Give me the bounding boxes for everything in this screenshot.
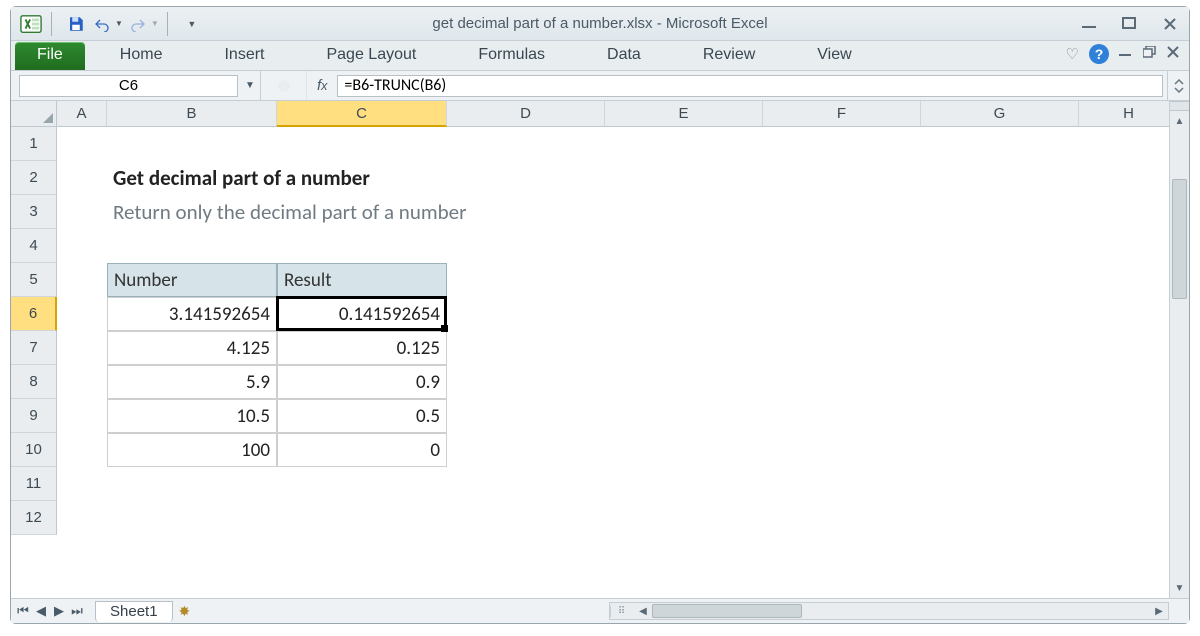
- last-sheet-icon[interactable]: ⏭: [69, 603, 85, 619]
- row-header[interactable]: 8: [11, 365, 57, 399]
- column-header[interactable]: B: [107, 101, 277, 127]
- tab-formulas[interactable]: Formulas: [459, 41, 564, 70]
- row-header[interactable]: 6: [11, 297, 57, 331]
- formula-bar: ▼ fx: [11, 71, 1189, 101]
- close-icon[interactable]: [1159, 15, 1181, 33]
- qat-separator-2: [167, 12, 173, 36]
- cell[interactable]: 10.5: [107, 399, 277, 433]
- next-sheet-icon[interactable]: ▶: [51, 603, 67, 619]
- workbook-restore-icon[interactable]: [1143, 45, 1157, 63]
- window-controls: [1079, 15, 1181, 33]
- horizontal-scrollbar[interactable]: ⠿ ◀ ▶: [609, 602, 1169, 620]
- redo-dropdown-icon[interactable]: ▼: [151, 19, 159, 28]
- cell[interactable]: 0.141592654: [277, 297, 447, 331]
- cancel-formula-icon[interactable]: [261, 71, 307, 100]
- column-header[interactable]: A: [57, 101, 107, 127]
- undo-icon[interactable]: [91, 13, 113, 35]
- qat-separator: [51, 12, 57, 36]
- expand-formula-bar-icon[interactable]: [1167, 71, 1189, 100]
- tab-split-handle-icon[interactable]: ⠿: [610, 606, 634, 617]
- file-tab[interactable]: File: [15, 42, 85, 70]
- scroll-right-icon[interactable]: ▶: [1150, 606, 1168, 617]
- vscroll-thumb[interactable]: [1172, 179, 1187, 299]
- select-all-corner[interactable]: [11, 101, 57, 127]
- tab-data[interactable]: Data: [588, 41, 660, 70]
- name-box-dropdown-icon[interactable]: ▼: [240, 80, 260, 91]
- column-header[interactable]: D: [447, 101, 605, 127]
- sheet-tab-bar: ⏮ ◀ ▶ ⏭ Sheet1 ✸ ⠿ ◀ ▶: [11, 598, 1189, 623]
- tab-page-layout[interactable]: Page Layout: [307, 41, 435, 70]
- row-header[interactable]: 11: [11, 467, 57, 501]
- formula-input[interactable]: [337, 75, 1163, 97]
- cell[interactable]: 5.9: [107, 365, 277, 399]
- cell[interactable]: 4.125: [107, 331, 277, 365]
- cell[interactable]: 100: [107, 433, 277, 467]
- row-header[interactable]: 5: [11, 263, 57, 297]
- excel-window: ▼ ▼ ▼ get decimal part of a number.xlsx …: [10, 6, 1190, 624]
- row-header[interactable]: 1: [11, 127, 57, 161]
- scroll-down-icon[interactable]: ▼: [1170, 578, 1189, 598]
- column-header[interactable]: F: [763, 101, 921, 127]
- row-header[interactable]: 4: [11, 229, 57, 263]
- workbook-minimize-icon[interactable]: [1119, 45, 1133, 63]
- column-header[interactable]: C: [277, 101, 447, 127]
- new-sheet-icon[interactable]: ✸: [179, 603, 191, 620]
- cell[interactable]: 0.125: [277, 331, 447, 365]
- save-icon[interactable]: [65, 13, 87, 35]
- quick-access-toolbar: ▼ ▼ ▼: [19, 12, 203, 36]
- vscroll-track[interactable]: [1170, 131, 1189, 578]
- title-bar: ▼ ▼ ▼ get decimal part of a number.xlsx …: [11, 7, 1189, 41]
- cell[interactable]: 3.141592654: [107, 297, 277, 331]
- tab-insert[interactable]: Insert: [205, 41, 283, 70]
- ribbon-minimize-icon[interactable]: ♡: [1066, 45, 1079, 63]
- row-header[interactable]: 9: [11, 399, 57, 433]
- workbook-close-icon[interactable]: [1167, 45, 1179, 63]
- cell[interactable]: 0.5: [277, 399, 447, 433]
- split-handle-icon[interactable]: [1170, 101, 1189, 111]
- row-header[interactable]: 10: [11, 433, 57, 467]
- customize-qat-icon[interactable]: ▼: [181, 13, 203, 35]
- help-icon[interactable]: ?: [1089, 44, 1109, 64]
- column-header[interactable]: G: [921, 101, 1079, 127]
- scroll-left-icon[interactable]: ◀: [634, 606, 652, 617]
- tab-home[interactable]: Home: [101, 41, 182, 70]
- ribbon-tabs: File Home Insert Page Layout Formulas Data Re…: [11, 41, 1189, 71]
- cell[interactable]: Get decimal part of a number: [107, 161, 921, 195]
- hscroll-track[interactable]: [652, 603, 1150, 619]
- cell[interactable]: Return only the decimal part of a number: [107, 195, 921, 229]
- column-header[interactable]: H: [1079, 101, 1179, 127]
- vertical-scrollbar[interactable]: ▲ ▼: [1169, 101, 1189, 598]
- name-box-container: ▼: [11, 71, 261, 100]
- undo-dropdown-icon[interactable]: ▼: [115, 19, 123, 28]
- first-sheet-icon[interactable]: ⏮: [15, 603, 31, 619]
- prev-sheet-icon[interactable]: ◀: [33, 603, 49, 619]
- cell[interactable]: 0.9: [277, 365, 447, 399]
- minimize-icon[interactable]: [1079, 15, 1101, 33]
- row-header[interactable]: 7: [11, 331, 57, 365]
- excel-logo-icon[interactable]: [19, 12, 43, 36]
- spreadsheet-grid[interactable]: ABCDEFGH 123456789101112 Get decimal par…: [11, 101, 1189, 598]
- redo-icon[interactable]: [127, 13, 149, 35]
- cell[interactable]: Number: [107, 263, 277, 297]
- tab-view[interactable]: View: [798, 41, 870, 70]
- cell[interactable]: Result: [277, 263, 447, 297]
- sheet-tab[interactable]: Sheet1: [95, 601, 173, 622]
- row-header[interactable]: 2: [11, 161, 57, 195]
- maximize-icon[interactable]: [1119, 15, 1141, 33]
- row-header[interactable]: 12: [11, 501, 57, 535]
- hscroll-thumb[interactable]: [652, 604, 802, 618]
- tab-review[interactable]: Review: [684, 41, 774, 70]
- row-header[interactable]: 3: [11, 195, 57, 229]
- fx-icon[interactable]: fx: [307, 77, 337, 94]
- column-header[interactable]: E: [605, 101, 763, 127]
- scroll-up-icon[interactable]: ▲: [1170, 111, 1189, 131]
- name-box[interactable]: [19, 75, 238, 97]
- cell[interactable]: 0: [277, 433, 447, 467]
